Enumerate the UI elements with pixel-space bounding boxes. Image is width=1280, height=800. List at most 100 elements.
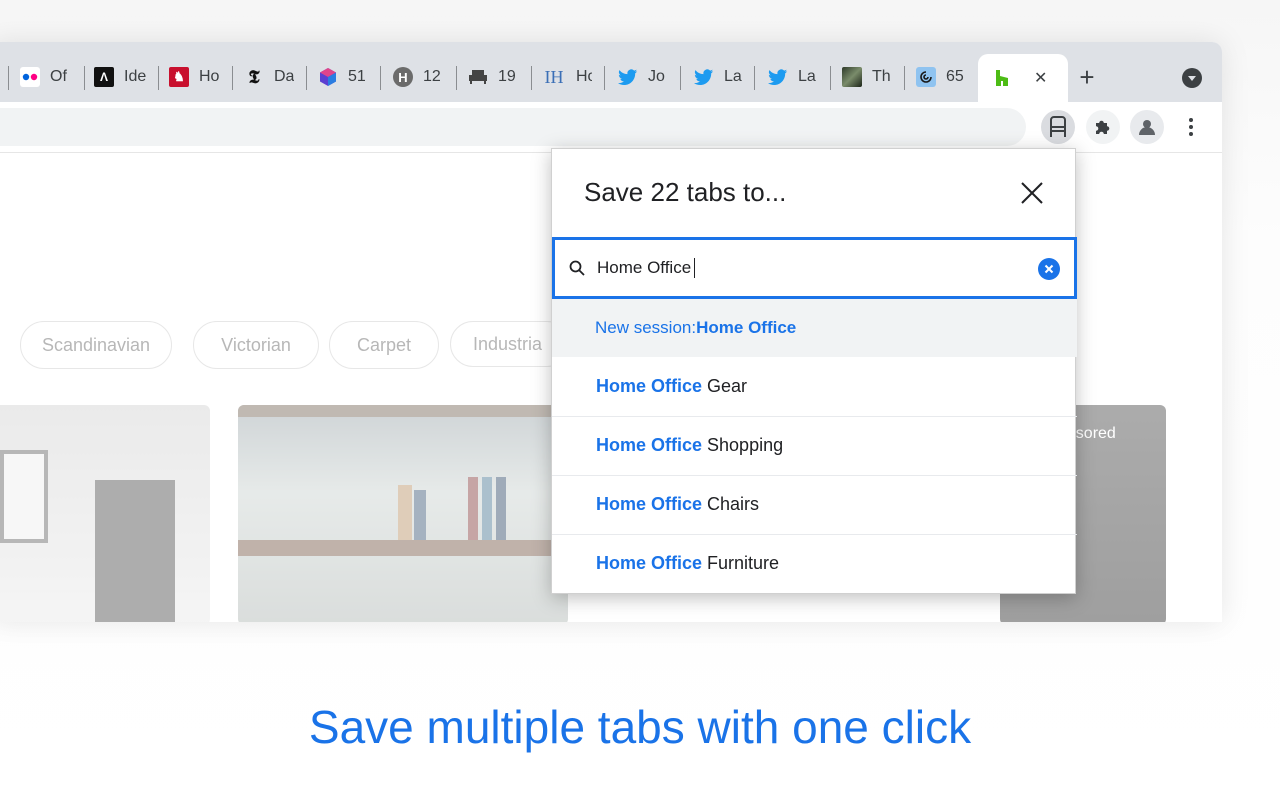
- suggestion-rest: Chairs: [702, 494, 760, 514]
- cabinet-shape: [95, 480, 175, 622]
- suggestion-match: Home Office: [596, 553, 703, 573]
- tab-separator: [8, 66, 9, 90]
- popup-title: Save 22 tabs to...: [584, 177, 787, 207]
- tab-ih[interactable]: IH Ho: [542, 62, 593, 92]
- new-session-prefix: New session:: [595, 318, 697, 337]
- filter-chip-carpet[interactable]: Carpet: [329, 321, 439, 369]
- new-tab-button[interactable]: +: [1072, 64, 1102, 90]
- suggestion-rest: Furniture: [702, 553, 780, 573]
- tab-twitter-3[interactable]: La: [768, 62, 818, 92]
- filter-chip-scandinavian[interactable]: Scandinavian: [20, 321, 172, 369]
- profile-avatar-icon[interactable]: [1130, 110, 1164, 144]
- suggestion-rest: Gear: [702, 376, 748, 396]
- book-shape: [414, 490, 426, 540]
- suggestion-match: Home Office: [596, 435, 703, 455]
- photo-card[interactable]: [0, 405, 210, 622]
- session-suggestion[interactable]: Home Office Gear: [552, 357, 1077, 417]
- tab-houzz-active[interactable]: ✕: [978, 54, 1068, 102]
- filter-chip-victorian[interactable]: Victorian: [193, 321, 319, 369]
- tab-title: La: [798, 68, 816, 85]
- houzz-h-icon: H: [393, 67, 413, 87]
- search-icon: [569, 260, 585, 276]
- tab-separator: [84, 66, 85, 90]
- session-search-input[interactable]: Home Office: [552, 237, 1077, 299]
- tab-separator: [531, 66, 532, 90]
- tab-search-icon[interactable]: [1182, 68, 1202, 88]
- menu-kebab-icon[interactable]: [1174, 110, 1208, 144]
- close-icon[interactable]: [1018, 179, 1046, 207]
- shelf-shape: [238, 405, 568, 417]
- tab-title: Of: [50, 68, 67, 85]
- book-shape: [468, 477, 478, 540]
- session-suggestion[interactable]: Home Office Furniture: [552, 534, 1077, 593]
- shelf-shape: [238, 540, 568, 556]
- tab-title: 19: [498, 68, 516, 85]
- search-value: Home Office: [597, 257, 692, 277]
- houzz-icon: [992, 68, 1012, 88]
- tab-separator: [158, 66, 159, 90]
- sofa-icon: [468, 67, 488, 87]
- photo-card[interactable]: [238, 405, 568, 622]
- new-session-name: Home Office: [696, 318, 797, 337]
- tab-title: Jo: [648, 68, 665, 85]
- tab-separator: [830, 66, 831, 90]
- tab-separator: [680, 66, 681, 90]
- session-buddy-icon[interactable]: [1041, 110, 1075, 144]
- extensions-puzzle-icon[interactable]: [1086, 110, 1120, 144]
- tab-sofa[interactable]: 19: [468, 62, 520, 92]
- tab-title: 51: [348, 68, 366, 85]
- tab-strip: Of Λ Ide ♞ Ho 𝕿 Da 51 H 12 19 IH H Jo La…: [0, 42, 1222, 102]
- nytimes-icon: 𝕿: [248, 66, 260, 88]
- session-suggestion[interactable]: Home Office Chairs: [552, 475, 1077, 535]
- tab-rooster[interactable]: ♞ Ho: [169, 62, 223, 92]
- suggestion-rest: Shopping: [702, 435, 784, 455]
- flickr-icon: [20, 67, 40, 87]
- ideo-icon: Λ: [94, 67, 114, 87]
- tab-separator: [380, 66, 381, 90]
- tab-separator: [904, 66, 905, 90]
- promo-caption: Save multiple tabs with one click: [308, 701, 972, 753]
- suggestion-match: Home Office: [596, 376, 703, 396]
- tab-twitter-1[interactable]: Jo: [618, 62, 668, 92]
- cube-icon: [318, 67, 338, 87]
- tab-twitter-2[interactable]: La: [694, 62, 744, 92]
- tab-separator: [232, 66, 233, 90]
- save-session-popup: Save 22 tabs to... Home Office New sessi…: [551, 148, 1077, 594]
- tab-title: Ho: [576, 68, 592, 85]
- tab-title: 12: [423, 68, 441, 85]
- tab-photo[interactable]: Th: [842, 62, 894, 92]
- tab-title: Ide: [124, 68, 147, 85]
- tab-title: La: [724, 68, 742, 85]
- twitter-icon: [618, 67, 638, 87]
- text-caret: [694, 258, 696, 279]
- suggestion-match: Home Office: [596, 494, 703, 514]
- frame-art: [0, 450, 48, 543]
- tab-title: 65: [946, 68, 964, 85]
- tab-separator: [456, 66, 457, 90]
- book-shape: [398, 485, 412, 540]
- tab-separator: [604, 66, 605, 90]
- clear-search-icon[interactable]: [1038, 258, 1060, 280]
- swirl-icon: [916, 67, 936, 87]
- tab-separator: [306, 66, 307, 90]
- twitter-icon: [768, 67, 788, 87]
- tab-title: Th: [872, 68, 891, 85]
- tab-houzz-h[interactable]: H 12: [393, 62, 445, 92]
- tab-swirl[interactable]: 65: [916, 62, 966, 92]
- book-shape: [482, 477, 492, 540]
- tab-ideo[interactable]: Λ Ide: [94, 62, 150, 92]
- new-session-option[interactable]: New session: Home Office: [552, 299, 1077, 357]
- tab-title: Ho: [199, 68, 220, 85]
- close-tab-icon[interactable]: ✕: [1034, 68, 1047, 88]
- tab-cube[interactable]: 51: [318, 62, 368, 92]
- tab-nytimes[interactable]: 𝕿 Da: [244, 62, 296, 92]
- tab-separator: [754, 66, 755, 90]
- rooster-icon: ♞: [169, 67, 189, 87]
- address-bar[interactable]: [0, 108, 1026, 146]
- photo-icon: [842, 67, 862, 87]
- book-shape: [496, 477, 506, 540]
- twitter-icon: [694, 67, 714, 87]
- tab-flickr[interactable]: Of: [20, 62, 76, 92]
- session-suggestion[interactable]: Home Office Shopping: [552, 416, 1077, 476]
- background: Of Λ Ide ♞ Ho 𝕿 Da 51 H 12 19 IH H Jo La…: [0, 0, 1280, 800]
